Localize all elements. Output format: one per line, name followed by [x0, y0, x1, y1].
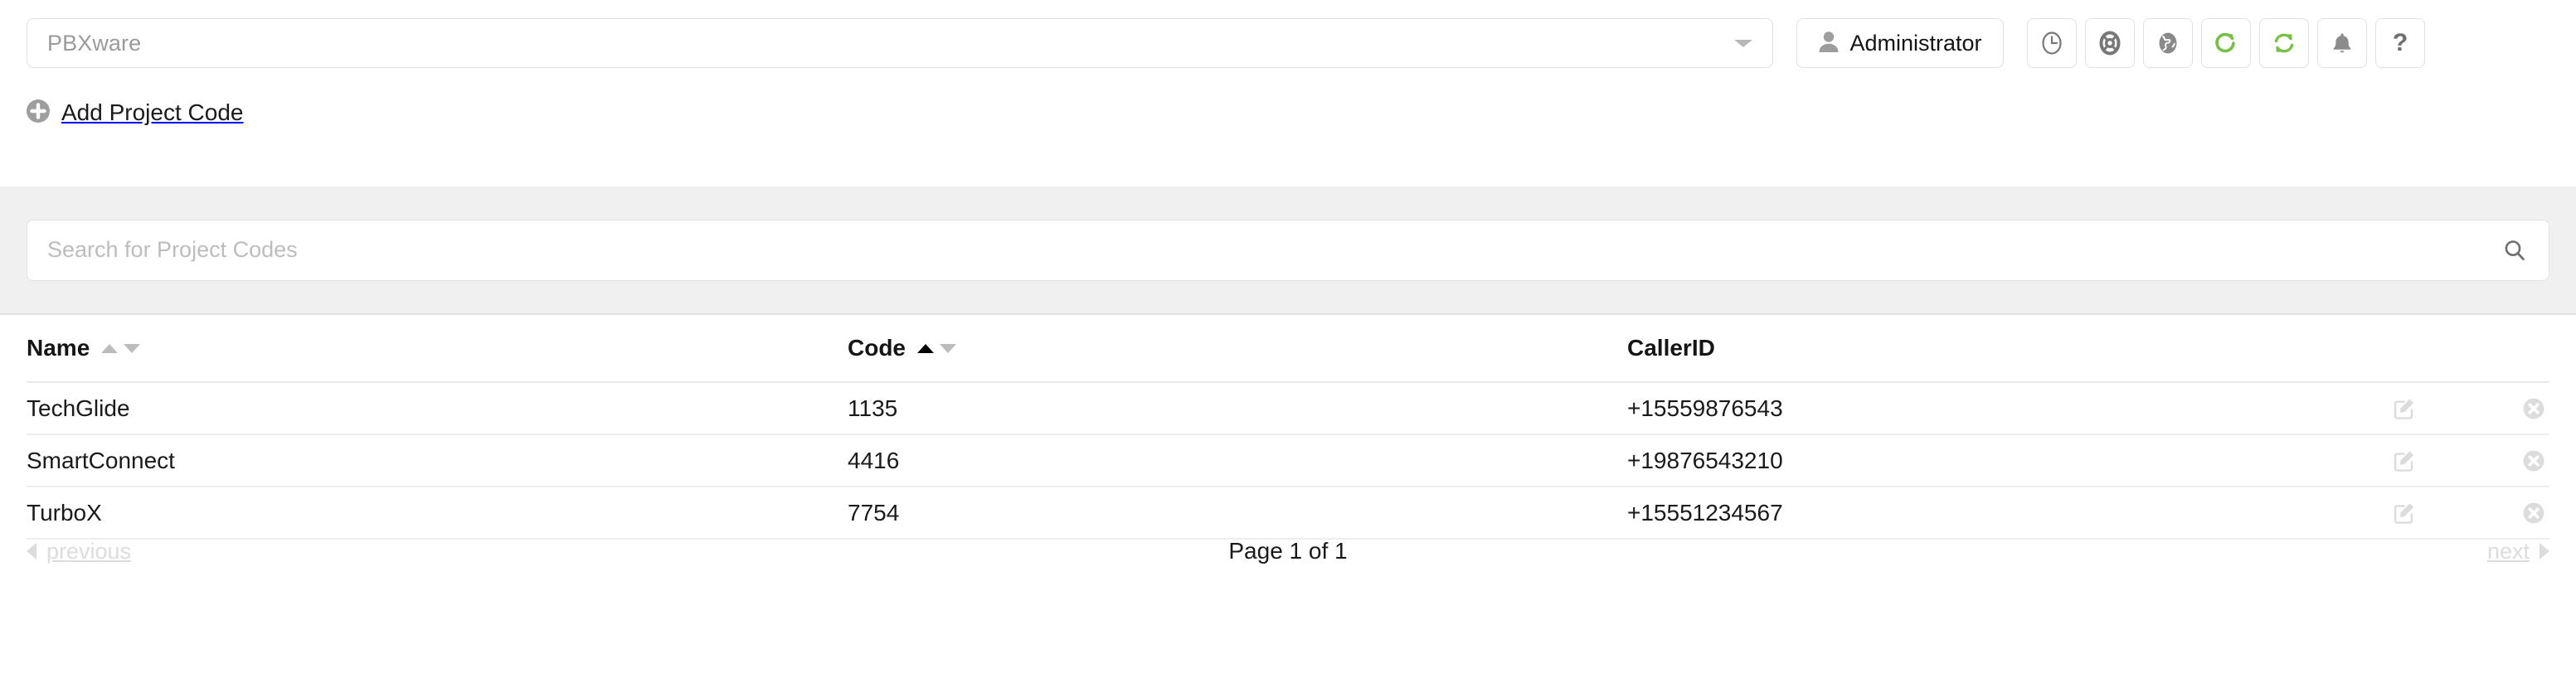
help-icon-button[interactable]: ? — [2375, 18, 2425, 68]
clock-icon-button[interactable] — [2027, 18, 2077, 68]
project-codes-table: Name Code CallerID TechGlide 1135 +15559… — [0, 315, 2576, 540]
search-box[interactable] — [27, 219, 2549, 281]
cell-callerid: +19876543210 — [1627, 447, 1783, 473]
plus-circle-icon — [27, 99, 50, 127]
server-select-value: PBXware — [47, 30, 142, 56]
delete-circle-x-icon[interactable] — [2521, 501, 2546, 526]
cell-name: TurboX — [27, 499, 102, 526]
server-select[interactable]: PBXware — [27, 18, 1773, 68]
pagination-previous-button[interactable]: previous — [27, 539, 131, 564]
project-codes-page: PBXware Administrator ? Add Project Code… — [0, 0, 2576, 683]
table-row: TechGlide 1135 +15559876543 — [27, 383, 2549, 435]
pagination: previous Page 1 of 1 next — [0, 526, 2576, 576]
help-icon: ? — [2392, 29, 2408, 56]
reload-icon-button[interactable] — [2201, 18, 2251, 68]
bell-icon-button[interactable] — [2317, 18, 2367, 68]
lifebuoy-icon — [2097, 31, 2122, 56]
search-band — [0, 186, 2576, 315]
toolbar-icon-group: ? — [2027, 18, 2425, 68]
delete-circle-x-icon[interactable] — [2521, 448, 2546, 473]
row-actions — [2392, 501, 2549, 526]
pagination-status: Page 1 of 1 — [1228, 538, 1348, 564]
edit-pencil-icon[interactable] — [2392, 396, 2417, 421]
pagination-next-label: next — [2486, 538, 2530, 564]
row-actions — [2392, 396, 2549, 421]
chevron-left-icon — [27, 543, 36, 559]
column-header-name-label: Name — [27, 335, 90, 361]
cell-callerid: +15559876543 — [1627, 395, 1783, 421]
pagination-previous-label: previous — [46, 538, 132, 564]
column-header-code[interactable]: Code — [848, 335, 1627, 361]
globe-icon-button[interactable] — [2143, 18, 2193, 68]
sync-icon-button[interactable] — [2259, 18, 2309, 68]
edit-pencil-icon[interactable] — [2392, 501, 2417, 526]
sort-ascending-icon[interactable] — [101, 343, 119, 353]
add-project-code-button[interactable]: Add Project Code — [27, 99, 243, 127]
delete-circle-x-icon[interactable] — [2521, 396, 2546, 421]
sort-controls-code — [917, 343, 956, 353]
table-row: SmartConnect 4416 +19876543210 — [27, 435, 2549, 487]
row-actions — [2392, 448, 2549, 473]
top-toolbar: PBXware Administrator ? — [0, 0, 2576, 86]
sort-controls-name — [101, 343, 141, 353]
administrator-label: Administrator — [1849, 30, 1982, 56]
user-icon — [1818, 30, 1840, 57]
chevron-down-icon[interactable] — [1734, 40, 1752, 47]
cell-code: 7754 — [848, 499, 900, 526]
clock-icon — [2039, 31, 2064, 56]
cell-name: SmartConnect — [27, 447, 175, 473]
sort-descending-icon[interactable] — [940, 343, 956, 353]
cell-callerid: +15551234567 — [1627, 499, 1783, 526]
add-project-code-label: Add Project Code — [61, 99, 244, 125]
column-header-name[interactable]: Name — [27, 335, 848, 361]
column-header-code-label: Code — [848, 335, 906, 361]
lifebuoy-icon-button[interactable] — [2085, 18, 2135, 68]
cell-code: 1135 — [848, 395, 898, 421]
bell-icon — [2330, 31, 2355, 56]
globe-icon — [2156, 31, 2180, 56]
sync-icon — [2272, 31, 2297, 56]
add-action-row: Add Project Code — [0, 86, 2576, 139]
reload-icon — [2214, 31, 2238, 56]
sort-descending-icon[interactable] — [124, 343, 141, 353]
column-header-callerid: CallerID — [1627, 335, 2392, 361]
cell-code: 4416 — [848, 447, 900, 473]
search-icon[interactable] — [2502, 238, 2527, 263]
edit-pencil-icon[interactable] — [2392, 448, 2417, 473]
table-header-row: Name Code CallerID — [27, 315, 2549, 383]
column-header-callerid-label: CallerID — [1627, 335, 1715, 361]
sort-ascending-icon[interactable] — [917, 343, 934, 353]
pagination-next-button[interactable]: next — [2487, 539, 2549, 564]
search-input[interactable] — [47, 237, 2529, 263]
chevron-right-icon — [2540, 543, 2549, 559]
cell-name: TechGlide — [27, 395, 130, 421]
administrator-button[interactable]: Administrator — [1796, 18, 2004, 68]
